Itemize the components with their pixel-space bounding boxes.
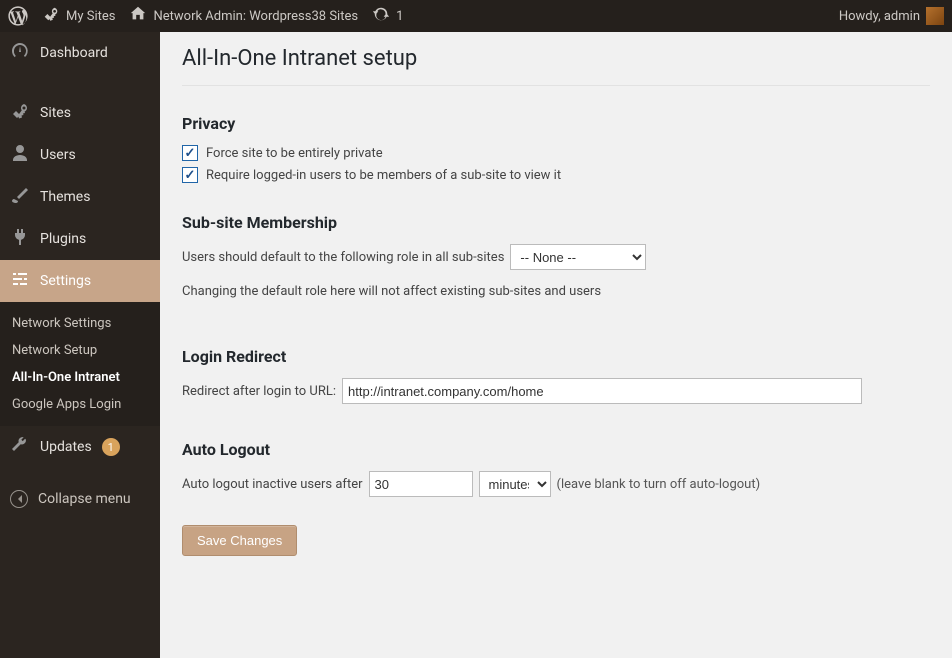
sidebar-item-updates[interactable]: Updates 1 <box>0 426 160 468</box>
label-force-private[interactable]: Force site to be entirely private <box>206 146 383 161</box>
note-membership: Changing the default role here will not … <box>182 284 930 299</box>
save-button[interactable]: Save Changes <box>182 525 297 556</box>
sidebar-label: Dashboard <box>40 45 108 61</box>
select-autologout-unit[interactable]: minutes <box>479 471 551 497</box>
sidebar-item-settings[interactable]: Settings <box>0 260 160 302</box>
sidebar-label: Themes <box>40 189 90 205</box>
submenu-google-apps-login[interactable]: Google Apps Login <box>0 391 160 418</box>
settings-submenu: Network Settings Network Setup All-In-On… <box>0 302 160 426</box>
select-default-role[interactable]: -- None -- <box>510 244 646 270</box>
network-admin-label: Network Admin: Wordpress38 Sites <box>153 9 358 24</box>
wordpress-logo-icon[interactable] <box>8 6 28 26</box>
sidebar-item-plugins[interactable]: Plugins <box>0 218 160 260</box>
sidebar-label: Sites <box>40 105 71 121</box>
sidebar-label: Plugins <box>40 231 86 247</box>
refresh-icon <box>372 5 390 27</box>
section-membership-heading: Sub-site Membership <box>182 213 930 232</box>
updates-badge: 1 <box>102 438 120 456</box>
howdy-label: Howdy, admin <box>839 9 920 24</box>
admin-sidebar: Dashboard Sites Users Themes Plugins <box>0 32 160 658</box>
label-require-member[interactable]: Require logged-in users to be members of… <box>206 168 561 183</box>
checkbox-require-member[interactable] <box>182 167 198 183</box>
updates-count-label: 1 <box>396 9 403 24</box>
network-admin-link[interactable]: Network Admin: Wordpress38 Sites <box>129 5 358 27</box>
sidebar-label: Users <box>40 147 76 163</box>
plugin-icon <box>10 227 30 251</box>
sidebar-item-sites[interactable]: Sites <box>0 92 160 134</box>
wrench-icon <box>10 435 30 459</box>
user-icon <box>10 143 30 167</box>
collapse-icon <box>10 490 28 508</box>
sliders-icon <box>10 269 30 293</box>
my-sites-link[interactable]: My Sites <box>42 5 115 27</box>
sidebar-item-dashboard[interactable]: Dashboard <box>0 32 160 74</box>
label-autologout: Auto logout inactive users after <box>182 477 363 492</box>
home-icon <box>129 5 147 27</box>
key-icon <box>42 5 60 27</box>
sidebar-label: Settings <box>40 273 91 289</box>
brush-icon <box>10 185 30 209</box>
key-icon <box>10 101 30 125</box>
input-redirect-url[interactable] <box>342 378 862 404</box>
label-default-role: Users should default to the following ro… <box>182 250 504 265</box>
section-privacy-heading: Privacy <box>182 114 930 133</box>
main-content: All-In-One Intranet setup Privacy Force … <box>160 32 952 658</box>
collapse-label: Collapse menu <box>38 491 131 507</box>
dashboard-icon <box>10 41 30 65</box>
checkbox-force-private[interactable] <box>182 145 198 161</box>
my-sites-label: My Sites <box>66 9 115 24</box>
section-autologout-heading: Auto Logout <box>182 440 930 459</box>
howdy-user[interactable]: Howdy, admin <box>839 7 944 25</box>
submenu-aio-intranet[interactable]: All-In-One Intranet <box>0 364 160 391</box>
avatar <box>926 7 944 25</box>
sidebar-label: Updates <box>40 439 92 455</box>
submenu-network-setup[interactable]: Network Setup <box>0 337 160 364</box>
updates-indicator[interactable]: 1 <box>372 5 403 27</box>
admin-bar: My Sites Network Admin: Wordpress38 Site… <box>0 0 952 32</box>
page-title: All-In-One Intranet setup <box>182 46 930 86</box>
section-redirect-heading: Login Redirect <box>182 347 930 366</box>
label-redirect-url: Redirect after login to URL: <box>182 384 336 399</box>
hint-autologout: (leave blank to turn off auto-logout) <box>557 477 761 492</box>
sidebar-item-users[interactable]: Users <box>0 134 160 176</box>
sidebar-item-themes[interactable]: Themes <box>0 176 160 218</box>
input-autologout-minutes[interactable] <box>369 471 473 497</box>
collapse-menu[interactable]: Collapse menu <box>0 482 160 516</box>
submenu-network-settings[interactable]: Network Settings <box>0 310 160 337</box>
